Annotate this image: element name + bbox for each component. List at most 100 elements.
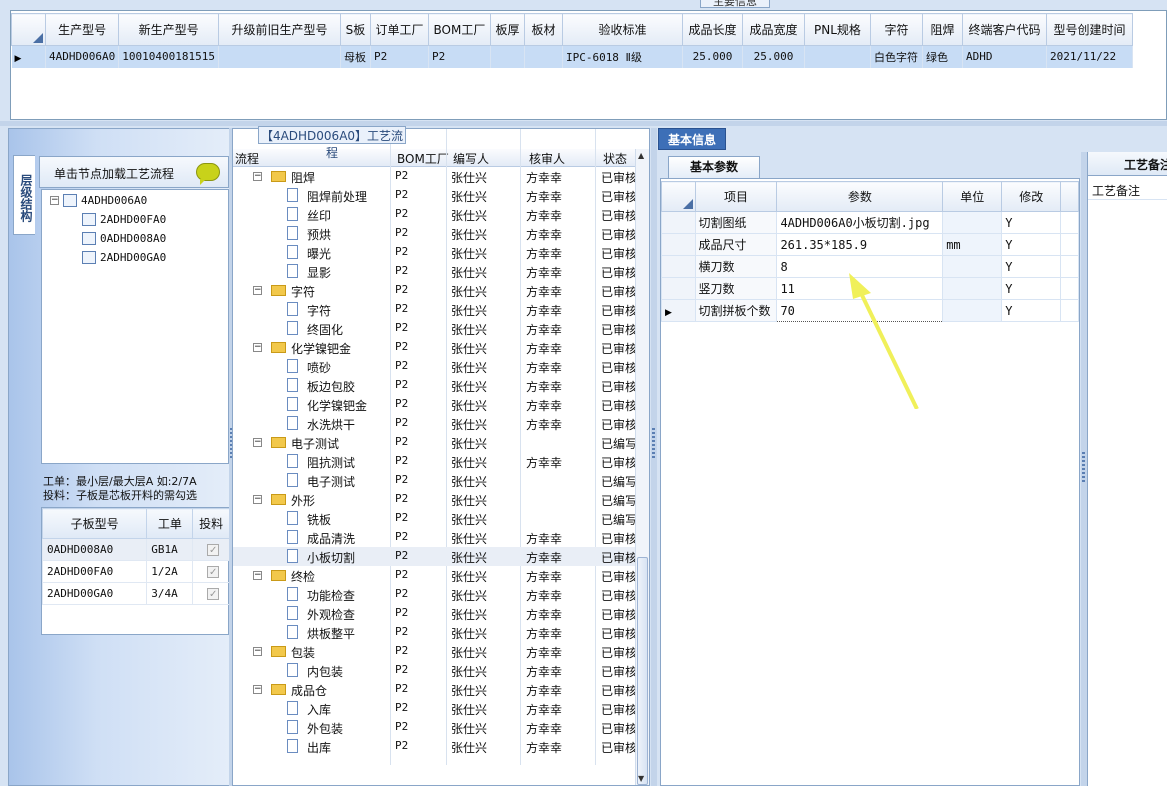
process-row[interactable]: 阻焊前处理 P2 张仕兴 方幸幸 已审核 — [233, 186, 635, 205]
process-row[interactable]: − 成品仓 P2 张仕兴 方幸幸 已审核 — [233, 680, 635, 699]
process-row[interactable]: − 电子测试 P2 张仕兴 已编写 — [233, 433, 635, 452]
col-13[interactable]: 阻焊 — [921, 13, 963, 46]
col-0[interactable]: 生产型号 — [44, 13, 120, 46]
grid-corner[interactable] — [11, 13, 46, 46]
collapse-icon[interactable]: − — [253, 495, 262, 504]
process-row[interactable]: 铣板 P2 张仕兴 已编写 — [233, 509, 635, 528]
col-12[interactable]: 字符 — [869, 13, 923, 46]
cell-4[interactable]: P2 — [370, 45, 429, 68]
tree-node[interactable]: 0ADHD008A0 — [82, 230, 166, 246]
param-modify[interactable]: Y — [1001, 255, 1062, 278]
process-row[interactable]: 阻抗测试 P2 张仕兴 方幸幸 已审核 — [233, 452, 635, 471]
col-status[interactable]: 状态 — [603, 150, 627, 167]
col-14[interactable]: 终端客户代码 — [961, 13, 1047, 46]
process-row[interactable]: − 化学镍钯金 P2 张仕兴 方幸幸 已审核 — [233, 338, 635, 357]
table-row[interactable]: 2ADHD00GA0 3/4A ✓ — [41, 582, 230, 605]
cell-11[interactable] — [804, 45, 871, 68]
col-order[interactable]: 工单 — [146, 508, 194, 539]
col-7[interactable]: 板材 — [523, 13, 563, 46]
col-sub-model[interactable]: 子板型号 — [41, 508, 148, 539]
process-row[interactable]: 字符 P2 张仕兴 方幸幸 已审核 — [233, 300, 635, 319]
params-grid-corner[interactable] — [661, 181, 696, 212]
row-indicator[interactable] — [661, 233, 696, 256]
cell-12[interactable]: 白色字符 — [870, 45, 923, 68]
col-5[interactable]: BOM工厂 — [427, 13, 491, 46]
cell-3[interactable]: 母板 — [340, 45, 371, 68]
process-row[interactable]: 预烘 P2 张仕兴 方幸幸 已审核 — [233, 224, 635, 243]
process-row[interactable]: 显影 P2 张仕兴 方幸幸 已审核 — [233, 262, 635, 281]
cell-15[interactable]: 2021/11/22 — [1046, 45, 1133, 68]
tab-basic-params[interactable]: 基本参数 — [668, 156, 760, 178]
row-indicator[interactable] — [661, 255, 696, 278]
scroll-down-icon[interactable]: ▼ — [638, 774, 644, 783]
col-flow[interactable]: 流程 — [235, 150, 259, 167]
feed-checkbox[interactable]: ✓ — [192, 538, 230, 561]
process-row[interactable]: 板边包胶 P2 张仕兴 方幸幸 已审核 — [233, 376, 635, 395]
scroll-up-icon[interactable]: ▲ — [638, 151, 644, 160]
process-row[interactable]: − 阻焊 P2 张仕兴 方幸幸 已审核 — [233, 167, 635, 186]
horizontal-splitter[interactable] — [0, 121, 1167, 126]
process-row[interactable]: − 包装 P2 张仕兴 方幸幸 已审核 — [233, 642, 635, 661]
check-icon[interactable]: ✓ — [207, 544, 220, 556]
cell-5[interactable]: P2 — [428, 45, 491, 68]
tree-node[interactable]: 2ADHD00FA0 — [82, 211, 166, 227]
collapse-icon[interactable]: − — [253, 647, 262, 656]
col-checker[interactable]: 核审人 — [529, 150, 565, 167]
collapse-icon[interactable]: − — [253, 343, 262, 352]
col-writer[interactable]: 编写人 — [453, 150, 489, 167]
col-bom[interactable]: BOM工厂 — [397, 150, 449, 167]
cell-10[interactable]: 25.000 — [742, 45, 805, 68]
process-row[interactable]: 曝光 P2 张仕兴 方幸幸 已审核 — [233, 243, 635, 262]
tree-node-root[interactable]: − 4ADHD006A0 — [50, 192, 147, 208]
row-indicator[interactable] — [661, 211, 696, 234]
process-row[interactable]: 外包装 P2 张仕兴 方幸幸 已审核 — [233, 718, 635, 737]
row-indicator[interactable] — [661, 277, 696, 300]
process-row[interactable]: 烘板整平 P2 张仕兴 方幸幸 已审核 — [233, 623, 635, 642]
row-indicator[interactable]: ▶ — [661, 299, 696, 322]
collapse-icon[interactable]: − — [253, 571, 262, 580]
param-modify[interactable]: Y — [1001, 299, 1062, 322]
col-2[interactable]: 升级前旧生产型号 — [217, 13, 341, 46]
process-row[interactable]: 入库 P2 张仕兴 方幸幸 已审核 — [233, 699, 635, 718]
process-row[interactable]: 内包装 P2 张仕兴 方幸幸 已审核 — [233, 661, 635, 680]
process-row[interactable]: 喷砂 P2 张仕兴 方幸幸 已审核 — [233, 357, 635, 376]
cell-13[interactable]: 绿色 — [922, 45, 963, 68]
col-modify[interactable]: 修改 — [1001, 181, 1062, 212]
cell-7[interactable] — [524, 45, 563, 68]
cell-2[interactable] — [218, 45, 341, 68]
param-modify[interactable]: Y — [1001, 211, 1062, 234]
check-icon[interactable]: ✓ — [207, 588, 220, 600]
collapse-icon[interactable]: − — [253, 685, 262, 694]
collapse-icon[interactable]: − — [253, 286, 262, 295]
col-9[interactable]: 成品长度 — [681, 13, 743, 46]
param-modify[interactable]: Y — [1001, 233, 1062, 256]
col-3[interactable]: S板 — [339, 13, 371, 46]
param-modify[interactable]: Y — [1001, 277, 1062, 300]
process-row[interactable]: 化学镍钯金 P2 张仕兴 方幸幸 已审核 — [233, 395, 635, 414]
process-row[interactable]: − 终检 P2 张仕兴 方幸幸 已审核 — [233, 566, 635, 585]
table-row[interactable]: 0ADHD008A0 GB1A ✓ — [41, 538, 230, 561]
col-8[interactable]: 验收标准 — [561, 13, 683, 46]
cell-0[interactable]: 4ADHD006A0 — [45, 45, 120, 68]
process-row[interactable]: 出库 P2 张仕兴 方幸幸 已审核 — [233, 737, 635, 756]
feed-checkbox[interactable]: ✓ — [192, 582, 230, 605]
cell-9[interactable]: 25.000 — [682, 45, 743, 68]
col-unit[interactable]: 单位 — [942, 181, 1003, 212]
col-item[interactable]: 项目 — [694, 181, 778, 212]
middle-splitter[interactable] — [651, 128, 657, 786]
col-11[interactable]: PNL规格 — [803, 13, 871, 46]
table-row[interactable]: 切割图纸 4ADHD006A0小板切割.jpg Y — [661, 211, 1079, 234]
process-row[interactable]: − 外形 P2 张仕兴 已编写 — [233, 490, 635, 509]
col-6[interactable]: 板厚 — [489, 13, 525, 46]
tab-layer-structure[interactable]: 层级结构 — [13, 155, 35, 235]
process-notes-column[interactable]: 工艺备注 — [1088, 178, 1167, 200]
col-10[interactable]: 成品宽度 — [741, 13, 805, 46]
col-param[interactable]: 参数 — [776, 181, 944, 212]
collapse-icon[interactable]: − — [50, 195, 59, 205]
process-row[interactable]: 小板切割 P2 张仕兴 方幸幸 已审核 — [233, 547, 635, 566]
tree-node[interactable]: 2ADHD00GA0 — [82, 249, 166, 265]
cell-6[interactable] — [490, 45, 525, 68]
process-row[interactable]: 功能检查 P2 张仕兴 方幸幸 已审核 — [233, 585, 635, 604]
process-row[interactable]: 外观检查 P2 张仕兴 方幸幸 已审核 — [233, 604, 635, 623]
collapse-icon[interactable]: − — [253, 438, 262, 447]
